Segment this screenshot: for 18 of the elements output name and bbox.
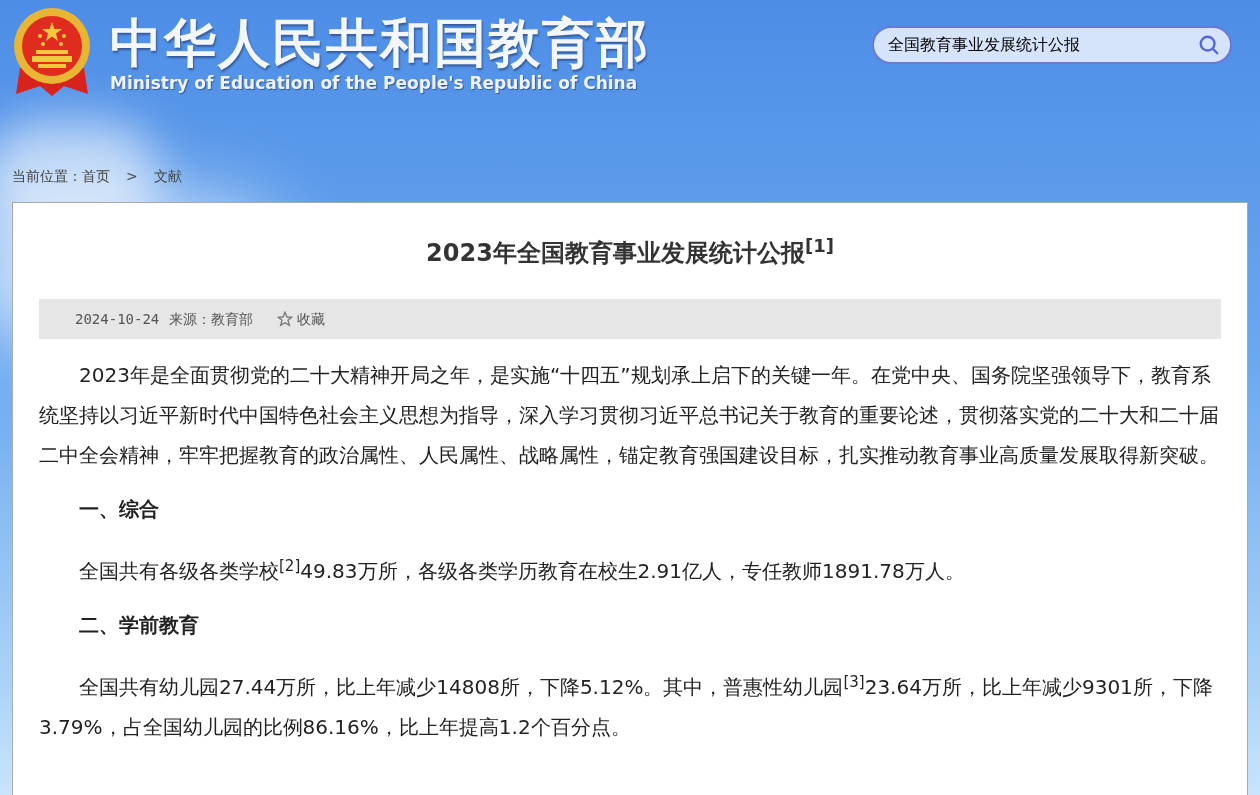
breadcrumb-link[interactable]: 文献	[153, 165, 182, 187]
section-heading: 一、综合	[78, 496, 160, 523]
section-heading: 二、学前教育	[78, 612, 200, 639]
breadcrumb-link[interactable]: 首页	[82, 165, 110, 187]
site-subtitle: Ministry of Education of the People's Republic of China	[110, 72, 639, 94]
body-paragraph: 2023年是全面贯彻党的二十大精神开局之年，是实施“十四五”规划承上启下的关键一年。在党中央、国务院坚强领导下，教育系统坚持以习近平新时代中国特色社会主义思想为指导，深入学习贯彻习近平总书记关于教育的重要论述，贯彻落实党的二十大和二十届二中全会精神，牢牢把握教育的政治属性、人民属性、战略属性，锚定教育强国建设目标，扎实推动教育事业高质量发展取得新突破。	[39, 362, 1220, 469]
search-field[interactable]: 全国教育事业发展统计公报	[872, 26, 1232, 64]
publish-date: 2024-10-24	[75, 309, 160, 329]
breadcrumb-label: 当前位置：	[12, 166, 82, 186]
article-title: 2023年全国教育事业发展统计公报$^{[1]}$	[426, 234, 834, 269]
star-icon	[277, 311, 294, 327]
body-paragraph: 全国共有幼儿园27.44万所，比上年减少14808所，下降5.12%。其中，普惠性幼儿园$^{[3]}$23.64万所，比上年减少9301所，下降3.79%，占全国幼儿园的比例86.16%，比上年提高1.2个百分点。	[39, 671, 1214, 741]
body-paragraph: 全国共有各级各类学校$^{[2]}$49.83万所，各级各类学历教育在校生2.91亿人，专任教师1891.78万人。	[78, 555, 966, 585]
favorite-button[interactable]: 收藏	[277, 308, 326, 330]
breadcrumb-separator: >	[126, 166, 138, 186]
site-title: 中华人民共和国教育部	[110, 14, 650, 72]
search-icon[interactable]	[1198, 34, 1220, 56]
source-label: 来源：教育部	[169, 309, 254, 329]
